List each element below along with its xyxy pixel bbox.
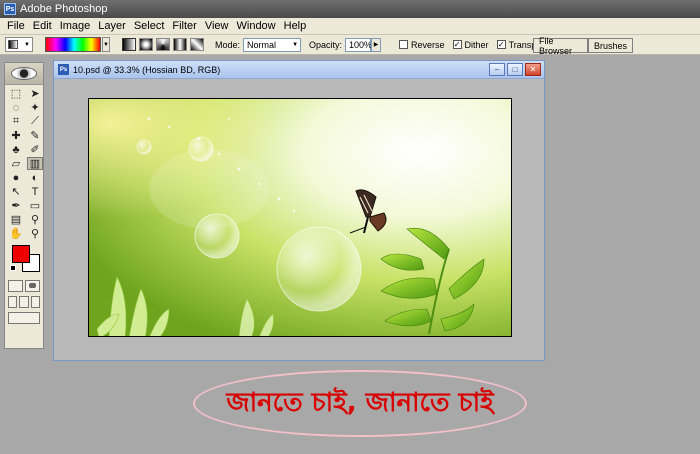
gradient-tool-icon	[8, 40, 18, 49]
menu-layer[interactable]: Layer	[94, 20, 130, 32]
magic-wand-icon[interactable]: ✦	[27, 101, 43, 114]
pen-icon[interactable]: ✒	[8, 199, 24, 212]
gradient-icon[interactable]: ▥	[27, 157, 43, 170]
history-brush-icon[interactable]: ✐	[27, 143, 43, 156]
opacity-label: Opacity:	[309, 39, 343, 50]
dither-label: Dither	[464, 39, 489, 50]
type-icon[interactable]: T	[27, 185, 43, 198]
app-title: Adobe Photoshop	[20, 3, 108, 15]
jump-row	[5, 310, 43, 326]
crop-icon[interactable]: ⌗	[8, 115, 24, 128]
menu-view[interactable]: View	[201, 20, 233, 32]
notes-icon[interactable]: ▤	[8, 213, 24, 226]
menu-filter[interactable]: Filter	[168, 20, 200, 32]
angle-gradient-button[interactable]	[156, 38, 170, 51]
maximize-button[interactable]: □	[507, 63, 523, 76]
canvas-artwork	[89, 99, 511, 336]
reflected-gradient-button[interactable]	[173, 38, 187, 51]
tool-preset-picker[interactable]: ▼	[5, 37, 33, 52]
tool-grid: ⬚ ➤ ◌ ✦ ⌗ ⟋ ✚ ✎ ♣ ✐ ▱ ▥ ● ◐ ↖ T ✒ ▭ ▤ ⚲ …	[5, 85, 43, 242]
menu-help[interactable]: Help	[280, 20, 311, 32]
dodge-icon[interactable]: ◐	[27, 171, 43, 184]
bubble-tiny	[136, 139, 152, 155]
app-titlebar: Ps Adobe Photoshop	[0, 0, 700, 18]
eraser-icon[interactable]: ▱	[8, 157, 24, 170]
radial-gradient-button[interactable]	[139, 38, 153, 51]
linear-gradient-button[interactable]	[122, 38, 136, 51]
eyedropper-icon[interactable]: ⚲	[27, 213, 43, 226]
mode-select[interactable]: Normal ▼	[243, 37, 302, 52]
hand-icon[interactable]: ✋	[8, 227, 24, 240]
toolbox-header[interactable]	[5, 63, 43, 85]
file-browser-tab[interactable]: File Browser	[533, 36, 588, 56]
default-colors-icon[interactable]	[10, 265, 16, 271]
menu-file[interactable]: File	[3, 20, 29, 32]
diamond-gradient-button[interactable]	[190, 38, 204, 51]
palette-well: File Browser Brushes	[533, 36, 634, 56]
path-selection-icon[interactable]: ↖	[8, 185, 24, 198]
screen-mode-row	[5, 294, 43, 310]
opacity-field[interactable]: 100%	[345, 37, 373, 52]
full-screen-button[interactable]	[30, 296, 40, 308]
menu-edit[interactable]: Edit	[29, 20, 56, 32]
shape-icon[interactable]: ▭	[27, 199, 43, 212]
transparency-checkbox[interactable]: ✓	[496, 40, 506, 49]
caption-oval: জানতে চাই, জানাতে চাই	[193, 370, 527, 437]
move-icon[interactable]: ➤	[27, 87, 43, 100]
photoshop-eye-icon	[11, 67, 37, 80]
gradient-preview[interactable]	[45, 37, 101, 52]
psd-file-icon: Ps	[58, 64, 69, 75]
clone-stamp-icon[interactable]: ♣	[8, 143, 24, 156]
healing-brush-icon[interactable]: ✚	[8, 129, 24, 142]
color-swatches	[8, 245, 40, 275]
document-title: 10.psd @ 33.3% (Hossian BD, RGB)	[73, 64, 221, 75]
opacity-slider-toggle[interactable]: ▶	[371, 37, 382, 52]
menu-select[interactable]: Select	[130, 20, 169, 32]
brushes-tab[interactable]: Brushes	[588, 38, 634, 53]
edit-mode-row	[5, 278, 43, 294]
chevron-down-icon: ▼	[292, 41, 299, 48]
foreground-color-swatch[interactable]	[12, 245, 30, 263]
quick-mask-button[interactable]	[25, 280, 40, 292]
document-titlebar[interactable]: Ps 10.psd @ 33.3% (Hossian BD, RGB) – □ …	[54, 61, 544, 79]
full-screen-menu-button[interactable]	[19, 296, 29, 308]
minimize-button[interactable]: –	[489, 63, 505, 76]
brush-icon[interactable]: ✎	[27, 129, 43, 142]
opacity-value: 100%	[349, 39, 373, 50]
menu-bar: File Edit Image Layer Select Filter View…	[0, 18, 700, 35]
caption-text: জানতে চাই, জানাতে চাই	[226, 387, 494, 418]
zoom-icon[interactable]: ⚲	[27, 227, 43, 240]
blur-icon[interactable]: ●	[8, 171, 24, 184]
standard-screen-button[interactable]	[8, 296, 18, 308]
bubble-large	[276, 226, 362, 312]
reverse-label: Reverse	[411, 39, 445, 50]
menu-window[interactable]: Window	[233, 20, 280, 32]
reverse-checkbox[interactable]	[399, 40, 409, 49]
chevron-down-icon: ▼	[24, 41, 30, 48]
slice-icon[interactable]: ⟋	[27, 115, 43, 128]
bubble-small	[188, 136, 214, 162]
dither-checkbox[interactable]: ✓	[452, 40, 462, 49]
photoshop-app-icon: Ps	[4, 3, 16, 15]
close-button[interactable]: ✕	[525, 63, 541, 76]
menu-image[interactable]: Image	[56, 20, 95, 32]
jump-to-imageready-button[interactable]	[8, 312, 40, 324]
document-window: Ps 10.psd @ 33.3% (Hossian BD, RGB) – □ …	[53, 60, 545, 361]
lasso-icon[interactable]: ◌	[8, 101, 24, 114]
toolbox: ⬚ ➤ ◌ ✦ ⌗ ⟋ ✚ ✎ ♣ ✐ ▱ ▥ ● ◐ ↖ T ✒ ▭ ▤ ⚲ …	[4, 62, 44, 349]
mode-value: Normal	[247, 39, 277, 50]
mode-label: Mode:	[215, 39, 241, 50]
gradient-picker-dropdown[interactable]: ▼	[102, 37, 110, 52]
marquee-icon[interactable]: ⬚	[8, 87, 24, 100]
bubble-medium	[194, 213, 240, 259]
standard-mode-button[interactable]	[8, 280, 23, 292]
image-canvas[interactable]	[88, 98, 512, 337]
